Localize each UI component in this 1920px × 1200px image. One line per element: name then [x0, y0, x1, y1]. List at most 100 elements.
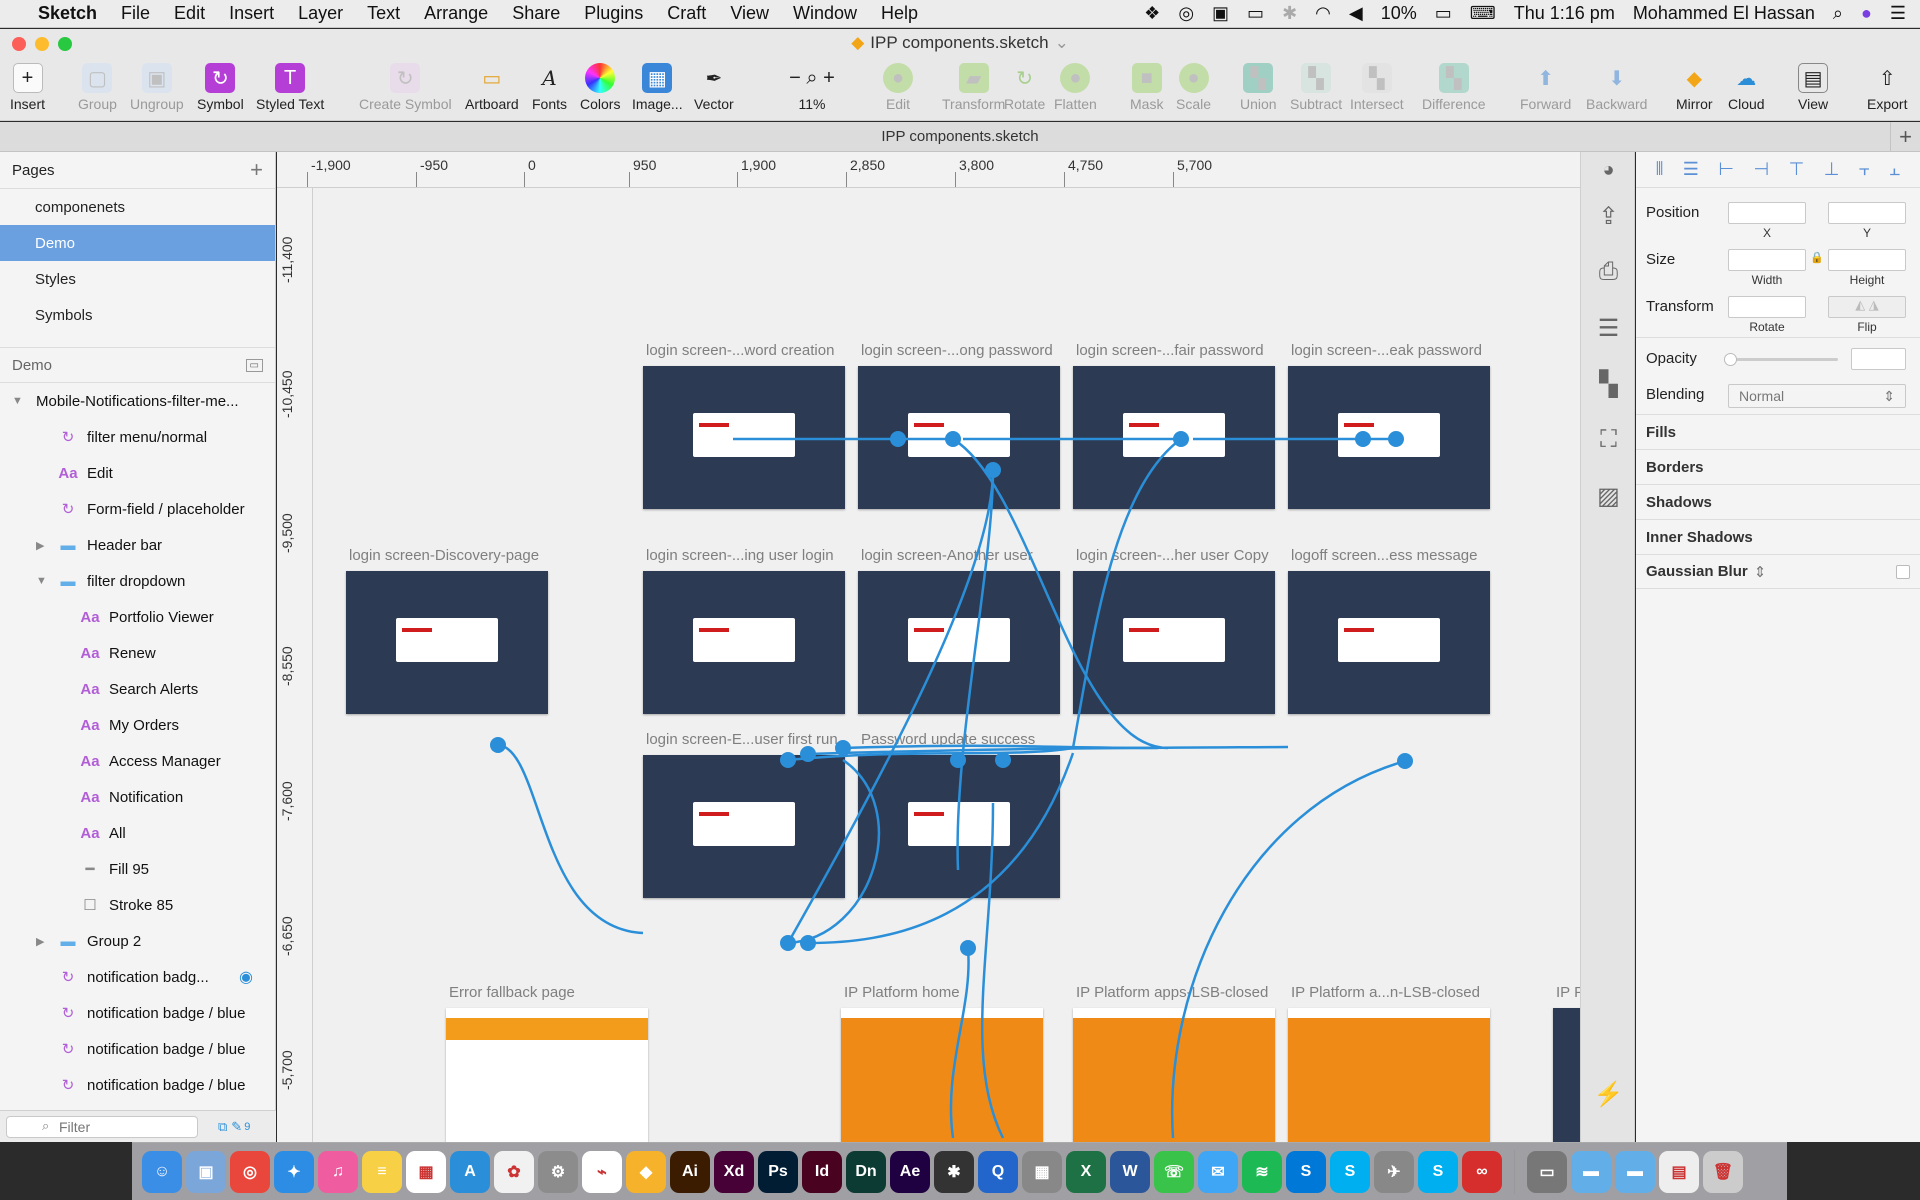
align-left-icon[interactable]: ⊢ — [1718, 159, 1734, 180]
x-field[interactable] — [1728, 202, 1806, 224]
chrome-icon[interactable]: ◎ — [230, 1150, 270, 1193]
lightning-icon[interactable]: ⚡ — [1581, 1066, 1636, 1122]
flow-hotspot[interactable] — [780, 935, 796, 951]
flatten-button[interactable]: ● Flatten — [1054, 63, 1097, 112]
forward-button[interactable]: ⬆ Forward — [1520, 63, 1571, 113]
blending-select[interactable]: Normal ⇕ — [1728, 384, 1906, 408]
menu-share[interactable]: Share — [512, 3, 560, 24]
xd-icon[interactable]: Xd — [714, 1150, 754, 1193]
layer-row[interactable]: Aa Search Alerts — [0, 671, 275, 707]
export-button[interactable]: ⇧ Export — [1867, 63, 1907, 113]
flow-hotspot[interactable] — [1397, 753, 1413, 769]
layer-row[interactable]: Aa Renew — [0, 635, 275, 671]
user-name[interactable]: Mohammed El Hassan — [1633, 3, 1815, 24]
preview-icon[interactable]: ▣ — [186, 1150, 226, 1193]
menu-insert[interactable]: Insert — [229, 3, 274, 24]
word-icon[interactable]: W — [1110, 1150, 1150, 1193]
layer-row[interactable]: ▼ ▬ filter dropdown — [0, 563, 275, 599]
after-effects-icon[interactable]: Ae — [890, 1150, 930, 1193]
documents-icon[interactable]: ▬ — [1615, 1150, 1655, 1193]
menu-arrange[interactable]: Arrange — [424, 3, 488, 24]
zoom-window-button[interactable] — [58, 37, 72, 51]
mask-button[interactable]: ■ Mask — [1130, 63, 1163, 112]
photo-viewer-icon[interactable]: ▭ — [1527, 1150, 1567, 1193]
crop-icon[interactable]: ⛶ — [1581, 412, 1636, 468]
photoshop-icon[interactable]: Ps — [758, 1150, 798, 1193]
messages-icon[interactable]: ✉ — [1198, 1150, 1238, 1193]
battery-icon[interactable]: ▭ — [1435, 3, 1452, 24]
page-styles[interactable]: Styles — [0, 261, 275, 297]
layer-row[interactable]: ▶ ▬ Header bar — [0, 527, 275, 563]
flow-hotspot[interactable] — [890, 431, 906, 447]
create-symbol-button[interactable]: ↻ Create Symbol — [359, 63, 452, 112]
calculator-icon[interactable]: ▦ — [1022, 1150, 1062, 1193]
align-bottom-icon[interactable]: ⫠ — [1889, 159, 1900, 180]
screen-icon[interactable]: ▣ — [1212, 3, 1229, 24]
flow-link[interactable] — [786, 469, 995, 944]
flow-hotspot[interactable] — [995, 752, 1011, 768]
flow-link[interactable] — [949, 947, 970, 1139]
disclosure-open-icon[interactable]: ▼ — [12, 395, 23, 407]
colors-button[interactable]: Colors — [580, 63, 620, 112]
view-button[interactable]: ▤ View — [1798, 63, 1828, 112]
image-add-icon[interactable]: ▨ — [1581, 468, 1636, 524]
flow-hotspot[interactable] — [1173, 431, 1189, 447]
menu-craft[interactable]: Craft — [667, 3, 706, 24]
notification-center-icon[interactable]: ☰ — [1890, 3, 1906, 24]
printer-icon[interactable]: ⎙ — [1581, 244, 1636, 300]
window-title[interactable]: IPP components.sketch — [870, 33, 1048, 53]
list-icon[interactable]: ☰ — [1581, 300, 1636, 356]
new-tab-plus-icon[interactable]: + — [1890, 122, 1920, 152]
pie-icon[interactable]: ◕ — [1581, 152, 1636, 188]
spotify-icon[interactable]: ≋ — [1242, 1150, 1282, 1193]
layer-row[interactable]: ▼ Mobile-Notifications-filter-me... — [0, 383, 275, 419]
gaussian-blur-section[interactable]: Gaussian Blur ⇕ — [1636, 554, 1920, 589]
flow-hotspot[interactable] — [800, 935, 816, 951]
trash-icon[interactable]: 🗑 — [1703, 1150, 1743, 1193]
opacity-slider[interactable] — [1724, 353, 1838, 366]
shadows-section[interactable]: Shadows — [1636, 484, 1920, 519]
flow-link[interactable] — [956, 469, 995, 871]
dropbox-icon[interactable]: ❖ — [1144, 3, 1160, 24]
flow-hotspot[interactable] — [835, 740, 851, 756]
upload-icon[interactable]: ⇪ — [1581, 188, 1636, 244]
browser-icon[interactable]: ▤ — [1659, 1150, 1699, 1193]
align-top-icon[interactable]: ⊥ — [1824, 159, 1840, 180]
photos-icon[interactable]: ✿ — [494, 1150, 534, 1193]
airplay-icon[interactable]: ▭ — [1247, 3, 1264, 24]
itunes-icon[interactable]: ♫ — [318, 1150, 358, 1193]
menu-file[interactable]: File — [121, 3, 150, 24]
grid-icon[interactable]: ▚ — [1581, 356, 1636, 412]
transform-button[interactable]: ▰ Transform — [942, 63, 1005, 112]
dimension-icon[interactable]: Dn — [846, 1150, 886, 1193]
mirror-button[interactable]: ◆ Mirror — [1676, 63, 1713, 113]
pinwheel-icon[interactable]: ✱ — [934, 1150, 974, 1193]
layer-row[interactable]: Aa All — [0, 815, 275, 851]
menu-window[interactable]: Window — [793, 3, 857, 24]
filter-input[interactable] — [6, 1115, 198, 1138]
layer-row[interactable]: ↻ filter menu/normal — [0, 419, 275, 455]
bluetooth-icon[interactable]: ✱ — [1282, 3, 1297, 24]
lock-icon[interactable]: 🔒 — [1810, 251, 1824, 264]
skype-icon[interactable]: S — [1330, 1150, 1370, 1193]
illustrator-icon[interactable]: Ai — [670, 1150, 710, 1193]
close-window-button[interactable] — [12, 37, 26, 51]
folder-icon[interactable]: ▬ — [1571, 1150, 1611, 1193]
flow-hotspot[interactable] — [1355, 431, 1371, 447]
flow-link[interactable] — [1071, 437, 1182, 749]
intersect-button[interactable]: ▚ Intersect — [1350, 63, 1404, 112]
layer-row[interactable]: ↻ notification badge / blue — [0, 1031, 275, 1067]
menu-view[interactable]: View — [730, 3, 769, 24]
flow-link[interactable] — [842, 744, 1159, 750]
battery-percent[interactable]: 10% — [1381, 3, 1417, 24]
image-button[interactable]: ▦ Image... — [632, 63, 683, 112]
flow-hotspot[interactable] — [1388, 431, 1404, 447]
layer-row[interactable]: ↻ Form-field / placeholder — [0, 491, 275, 527]
union-button[interactable]: ▚ Union — [1240, 63, 1277, 112]
align-center-icon[interactable]: ⊣ — [1753, 159, 1769, 180]
backward-button[interactable]: ⬇ Backward — [1586, 63, 1647, 113]
blur-checkbox[interactable] — [1896, 565, 1910, 579]
flow-link[interactable] — [787, 758, 880, 945]
page-componenets[interactable]: componenets — [0, 189, 275, 225]
ungroup-button[interactable]: ▣ Ungroup — [130, 63, 184, 112]
